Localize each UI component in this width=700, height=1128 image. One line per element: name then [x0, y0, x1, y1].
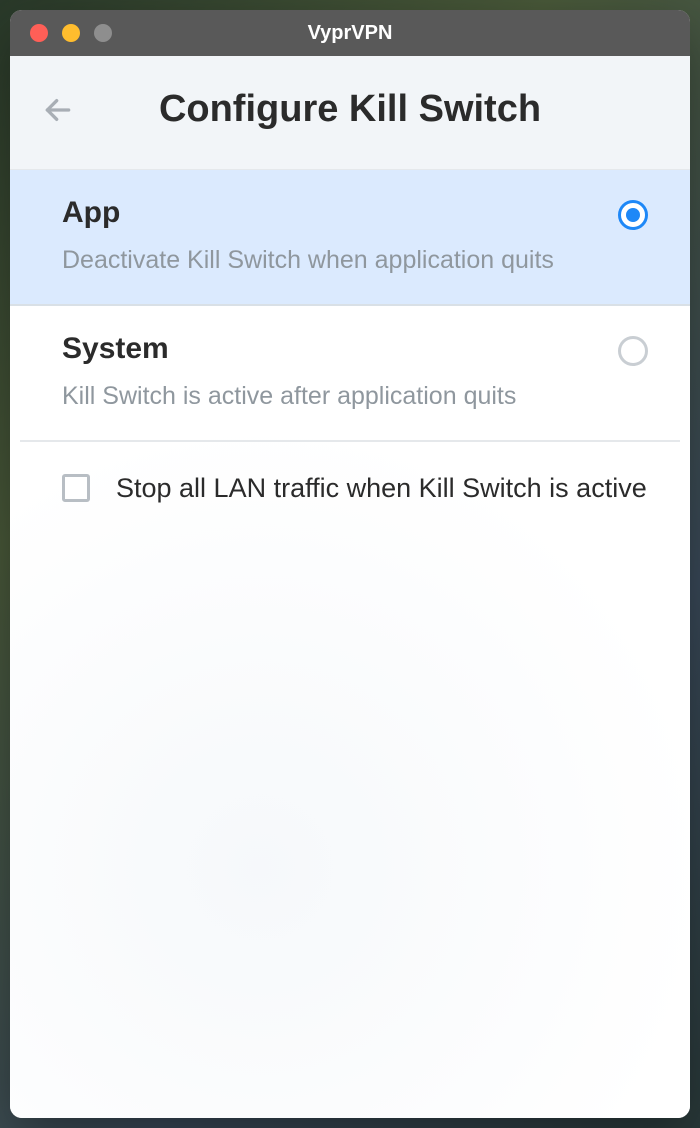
traffic-lights — [10, 24, 112, 42]
window-title: VyprVPN — [308, 22, 393, 45]
option-app[interactable]: App Deactivate Kill Switch when applicat… — [10, 169, 690, 306]
lan-traffic-checkbox[interactable] — [62, 474, 90, 502]
option-app-title: App — [62, 196, 598, 230]
lan-traffic-label: Stop all LAN traffic when Kill Switch is… — [116, 470, 647, 508]
content-area: App Deactivate Kill Switch when applicat… — [10, 169, 690, 1118]
close-window-button[interactable] — [30, 24, 48, 42]
option-app-text: App Deactivate Kill Switch when applicat… — [62, 196, 618, 278]
radio-app[interactable] — [618, 200, 648, 230]
option-app-description: Deactivate Kill Switch when application … — [62, 244, 598, 278]
option-system-title: System — [62, 332, 598, 366]
option-system-text: System Kill Switch is active after appli… — [62, 332, 618, 414]
arrow-left-icon — [42, 94, 74, 126]
app-window: VyprVPN Configure Kill Switch App Deacti… — [10, 10, 690, 1118]
titlebar[interactable]: VyprVPN — [10, 10, 690, 56]
page-title: Configure Kill Switch — [86, 88, 614, 131]
lan-traffic-row[interactable]: Stop all LAN traffic when Kill Switch is… — [10, 442, 690, 536]
maximize-window-button[interactable] — [94, 24, 112, 42]
back-button[interactable] — [38, 90, 78, 130]
option-system-description: Kill Switch is active after application … — [62, 380, 598, 414]
page-header: Configure Kill Switch — [10, 56, 690, 169]
option-system[interactable]: System Kill Switch is active after appli… — [20, 306, 680, 442]
radio-system[interactable] — [618, 336, 648, 366]
minimize-window-button[interactable] — [62, 24, 80, 42]
